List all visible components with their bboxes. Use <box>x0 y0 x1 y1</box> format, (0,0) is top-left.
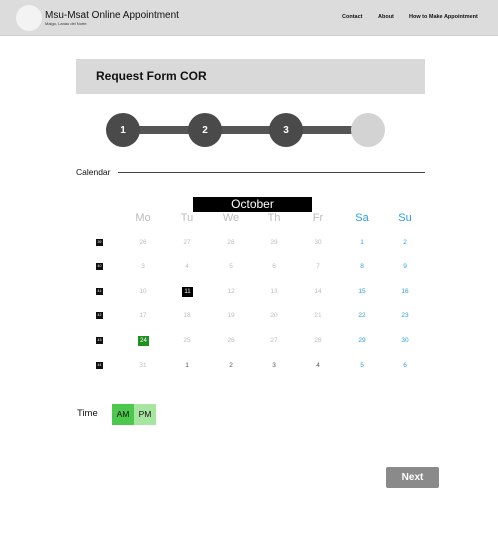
calendar-day[interactable]: 6 <box>262 261 286 273</box>
nav-link-contact[interactable]: Contact <box>342 14 362 20</box>
calendar-day[interactable]: 26 <box>131 237 155 249</box>
calendar-day[interactable]: 1 <box>175 360 199 372</box>
week-number: 44 <box>96 362 103 369</box>
top-navbar: Msu-Msat Online Appointment Maigo, Lanao… <box>0 0 498 36</box>
time-label: Time <box>77 408 98 419</box>
step-1-indicator: 1 <box>106 113 140 147</box>
step-2-indicator: 2 <box>188 113 222 147</box>
calendar-day[interactable]: 29 <box>350 335 374 347</box>
nav-link-how-to[interactable]: How to Make Appointment <box>409 14 478 20</box>
calendar-day[interactable]: 5 <box>219 261 243 273</box>
calendar-day-today[interactable]: 24 <box>138 336 149 346</box>
calendar-day[interactable]: 28 <box>306 335 330 347</box>
calendar-day-selected[interactable]: 11 <box>182 287 193 297</box>
calendar-day[interactable]: 30 <box>393 335 417 347</box>
calendar-day[interactable]: 18 <box>175 310 199 322</box>
calendar-day[interactable]: 30 <box>306 237 330 249</box>
month-selector[interactable]: October <box>193 197 312 212</box>
calendar-day[interactable]: 4 <box>175 261 199 273</box>
calendar-day[interactable]: 23 <box>393 310 417 322</box>
next-button[interactable]: Next <box>386 467 439 488</box>
calendar-day[interactable]: 28 <box>219 237 243 249</box>
weekday-header: Sa <box>355 212 369 224</box>
calendar-day[interactable]: 27 <box>262 335 286 347</box>
calendar-day[interactable]: 20 <box>262 310 286 322</box>
calendar-day[interactable]: 1 <box>350 237 374 249</box>
calendar-day[interactable]: 29 <box>262 237 286 249</box>
week-number: 41 <box>96 288 103 295</box>
calendar-day[interactable]: 6 <box>393 360 417 372</box>
calendar-day[interactable]: 9 <box>393 261 417 273</box>
calendar-day[interactable]: 16 <box>393 286 417 298</box>
calendar-day[interactable]: 3 <box>131 261 155 273</box>
weekday-header: Fr <box>312 212 324 224</box>
calendar-section-label: Calendar <box>76 167 111 177</box>
weekday-header: Tu <box>180 212 194 224</box>
nav-link-about[interactable]: About <box>378 14 394 20</box>
calendar-day[interactable]: 3 <box>262 360 286 372</box>
calendar-day[interactable]: 22 <box>350 310 374 322</box>
app-title: Msu-Msat Online Appointment <box>45 10 179 21</box>
app-subtitle: Maigo, Lanao del Norte <box>45 21 87 26</box>
week-number: 39 <box>96 239 103 246</box>
calendar-day[interactable]: 21 <box>306 310 330 322</box>
calendar-day[interactable]: 5 <box>350 360 374 372</box>
calendar-day[interactable]: 15 <box>350 286 374 298</box>
calendar-day[interactable]: 19 <box>219 310 243 322</box>
week-number: 40 <box>96 263 103 270</box>
calendar-day[interactable]: 26 <box>219 335 243 347</box>
section-divider <box>118 172 425 173</box>
am-button[interactable]: AM <box>112 404 134 425</box>
calendar-day[interactable]: 17 <box>131 310 155 322</box>
form-header: Request Form COR <box>76 59 425 94</box>
pm-button[interactable]: PM <box>134 404 156 425</box>
calendar-day[interactable]: 2 <box>393 237 417 249</box>
calendar-day[interactable]: 25 <box>175 335 199 347</box>
calendar-day[interactable]: 31 <box>131 360 155 372</box>
page-title: Request Form COR <box>96 69 207 83</box>
weekday-header: Mo <box>135 212 151 224</box>
week-number: 42 <box>96 312 103 319</box>
weekday-header: Th <box>267 212 281 224</box>
calendar-day[interactable]: 4 <box>306 360 330 372</box>
calendar-day[interactable]: 7 <box>306 261 330 273</box>
calendar-day[interactable]: 13 <box>262 286 286 298</box>
week-number: 43 <box>96 337 103 344</box>
calendar-day[interactable]: 2 <box>219 360 243 372</box>
calendar-day[interactable]: 12 <box>219 286 243 298</box>
weekday-header: We <box>222 212 240 224</box>
calendar-day[interactable]: 10 <box>131 286 155 298</box>
step-4-indicator <box>351 113 385 147</box>
calendar-day[interactable]: 8 <box>350 261 374 273</box>
step-3-indicator: 3 <box>269 113 303 147</box>
calendar-day[interactable]: 14 <box>306 286 330 298</box>
weekday-header: Su <box>398 212 412 224</box>
calendar-day[interactable]: 27 <box>175 237 199 249</box>
logo[interactable] <box>16 5 42 31</box>
